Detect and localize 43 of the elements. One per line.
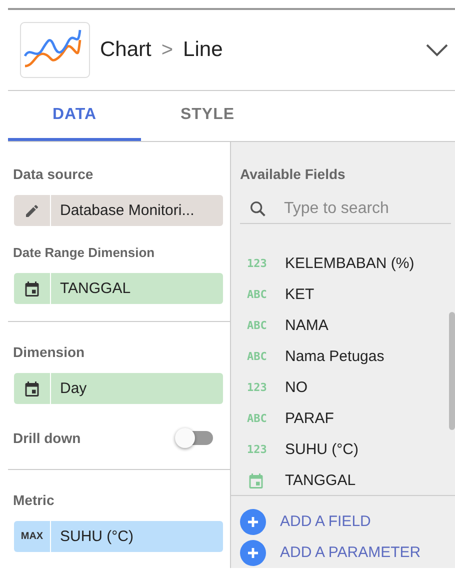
text-type-icon: ABC xyxy=(247,319,267,332)
tab[interactable]: STYLE xyxy=(141,91,274,141)
calendar-icon xyxy=(23,280,41,298)
metric-chip[interactable]: MAX SUHU (°C) xyxy=(14,521,223,552)
field-item[interactable]: ABC KET xyxy=(231,279,445,310)
chart-subtype-title: Line xyxy=(183,38,223,62)
field-item[interactable]: ABC PARAF xyxy=(231,403,445,434)
section-label: Dimension xyxy=(12,344,86,360)
scrollbar[interactable] xyxy=(449,312,455,430)
text-type-icon: ABC xyxy=(247,288,267,301)
field-item[interactable]: 123 KELEMBABAN (%) xyxy=(231,248,445,279)
number-type-icon: 123 xyxy=(247,443,267,456)
tab[interactable]: DATA xyxy=(8,91,141,141)
date-range-chip[interactable]: TANGGAL xyxy=(14,273,223,304)
add-link[interactable]: ADD A PARAMETER xyxy=(280,544,421,561)
field-item[interactable]: TANGGAL xyxy=(231,465,445,496)
data-source-chip[interactable]: Database Monitori... xyxy=(14,195,223,226)
field-item[interactable]: 123 SUHU (°C) xyxy=(231,434,445,465)
number-type-icon: 123 xyxy=(247,257,267,270)
section-label: Metric xyxy=(12,492,56,508)
text-type-icon: ABC xyxy=(247,412,267,425)
field-item[interactable]: ABC NAMA xyxy=(231,310,445,341)
section-label: Date Range Dimension xyxy=(12,245,156,260)
plus-icon[interactable] xyxy=(240,508,266,534)
drill-down-label: Drill down xyxy=(13,430,81,446)
search-icon xyxy=(248,199,268,219)
calendar-icon xyxy=(247,472,265,490)
number-type-icon: 123 xyxy=(247,381,267,394)
chevron-down-icon[interactable] xyxy=(425,43,449,57)
search-field[interactable]: Type to search xyxy=(282,199,446,219)
chart-type-title: Chart xyxy=(100,38,152,62)
line-chart-icon xyxy=(20,22,90,78)
add-link[interactable]: ADD A FIELD xyxy=(280,513,371,530)
field-item[interactable]: ABC Nama Petugas xyxy=(231,341,445,372)
text-type-icon: ABC xyxy=(247,350,267,363)
dimension-chip[interactable]: Day xyxy=(14,373,223,404)
calendar-icon xyxy=(23,380,41,398)
section-label: Data source xyxy=(12,166,94,182)
pencil-icon xyxy=(24,202,40,218)
breadcrumb-separator: > xyxy=(161,38,174,62)
panel-title: Available Fields xyxy=(239,166,346,182)
plus-icon[interactable] xyxy=(240,540,266,566)
field-item[interactable]: 123 NO xyxy=(231,372,445,403)
